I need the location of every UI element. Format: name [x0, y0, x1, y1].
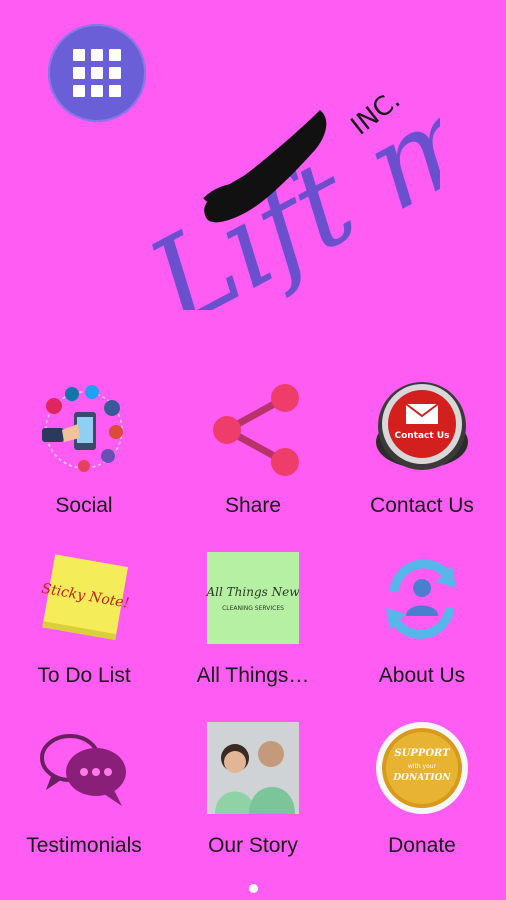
tile-donate[interactable]: SUPPORT with your DONATION Donate	[338, 718, 506, 878]
tile-contact-us[interactable]: Contact Us Contact Us	[338, 378, 506, 538]
svg-text:CLEANING SERVICES: CLEANING SERVICES	[222, 605, 284, 612]
svg-text:SUPPORT: SUPPORT	[394, 748, 451, 759]
lift-me-up-logo: Lift me Up INC.	[126, 0, 440, 310]
svg-text:Contact Us: Contact Us	[394, 431, 449, 441]
tile-label: About Us	[378, 664, 466, 687]
tile-social[interactable]: Social	[0, 378, 168, 538]
tile-about-us[interactable]: About Us	[338, 548, 506, 708]
testimonials-chat-icon	[40, 734, 126, 806]
tile-label: Contact Us	[370, 494, 474, 517]
tile-our-story[interactable]: Our Story	[169, 718, 337, 878]
donate-badge-icon: SUPPORT with your DONATION	[376, 722, 468, 814]
svg-text:All Things New: All Things New	[206, 585, 301, 599]
page-dot-active[interactable]	[248, 884, 258, 893]
tile-label: Share	[224, 494, 282, 517]
tile-testimonials[interactable]: Testimonials	[0, 718, 168, 878]
tile-all-things[interactable]: All Things New CLEANING SERVICES All Thi…	[169, 548, 337, 708]
tile-label: Social	[55, 494, 113, 517]
share-icon	[213, 384, 299, 476]
contact-us-icon: Contact Us	[376, 382, 468, 470]
tile-label: All Things…	[196, 664, 310, 687]
social-media-icon	[42, 385, 123, 472]
tile-label: Donate	[388, 834, 456, 857]
page-indicator	[0, 884, 506, 893]
about-us-icon	[386, 559, 456, 639]
tile-to-do-list[interactable]: Sticky Note! To Do List	[0, 548, 168, 708]
tile-label: Our Story	[208, 834, 298, 857]
svg-text:DONATION: DONATION	[392, 773, 451, 783]
tile-label: To Do List	[37, 664, 131, 687]
tile-share[interactable]: Share	[169, 378, 337, 538]
tile-label: Testimonials	[26, 834, 142, 857]
all-things-new-logo-icon: All Things New CLEANING SERVICES	[206, 552, 301, 644]
our-story-photo-icon	[207, 722, 299, 814]
sticky-note-icon: Sticky Note!	[40, 554, 130, 641]
svg-text:with your: with your	[408, 763, 437, 770]
